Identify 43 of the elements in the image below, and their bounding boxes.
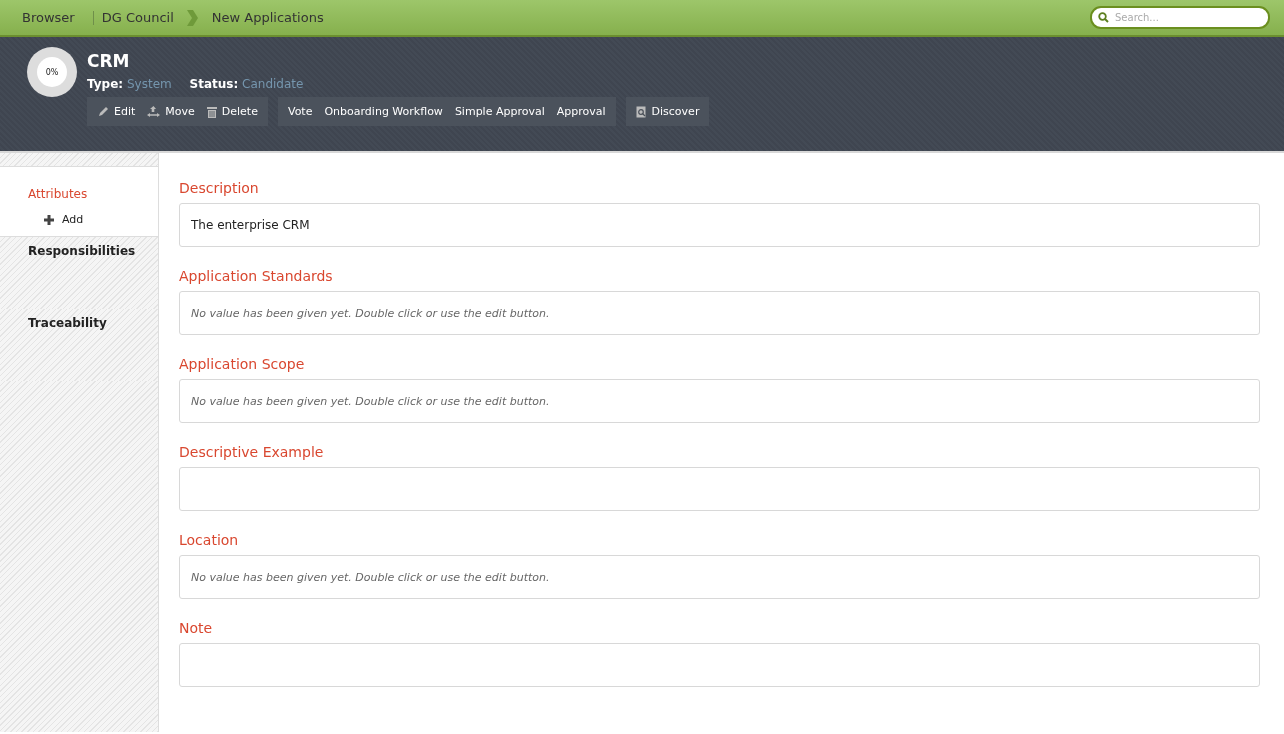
value-field[interactable]: No value has been given yet. Double click or use the edit button. <box>179 555 1260 599</box>
field-value: The enterprise CRM <box>191 218 310 232</box>
page-title: CRM <box>87 51 131 71</box>
value-field[interactable]: No value has been given yet. Double click or use the edit button. <box>179 379 1260 423</box>
arrows-icon <box>147 105 161 118</box>
field-label: Descriptive Example <box>179 444 325 460</box>
sidebar-tab[interactable]: Traceability <box>28 316 107 330</box>
field-placeholder: No value has been given yet. Double click or use the edit button. <box>191 570 550 584</box>
action-button[interactable]: Simple Approval <box>448 97 551 126</box>
breadcrumb-link[interactable]: New Applications <box>211 10 324 25</box>
pencil-icon <box>97 105 109 118</box>
action-button[interactable]: Edit <box>91 97 142 126</box>
add-button[interactable]: Add <box>44 213 84 226</box>
value-field[interactable]: No value has been given yet. Double click or use the edit button. <box>179 291 1260 335</box>
sidebar-tab[interactable]: Responsibilities <box>28 244 136 258</box>
action-button[interactable]: Vote <box>281 97 319 126</box>
plus-icon <box>44 214 54 225</box>
value-field[interactable]: The enterprise CRM <box>179 203 1260 247</box>
action-button[interactable]: Delete <box>200 97 264 126</box>
breadcrumb-link[interactable]: DG Council <box>101 10 174 25</box>
field-label: Note <box>179 620 214 636</box>
action-button[interactable]: Move <box>141 97 201 126</box>
progress-value: 0% <box>37 57 67 87</box>
field-label: Description <box>179 180 260 196</box>
trash-icon <box>206 105 217 118</box>
action-button[interactable]: Discover <box>629 97 706 126</box>
field-label: Location <box>179 532 240 548</box>
document-search-icon <box>635 105 647 118</box>
type-label: Type: <box>87 77 124 91</box>
search-field[interactable]: Search... <box>1090 6 1270 29</box>
type-value: System <box>126 77 172 91</box>
breadcrumb-link[interactable]: Browser <box>22 10 75 25</box>
chevron-icon <box>185 9 198 26</box>
field-label: Application Standards <box>179 268 334 284</box>
field-placeholder: No value has been given yet. Double click or use the edit button. <box>191 394 550 408</box>
action-button[interactable]: Onboarding Workflow <box>318 97 449 126</box>
status-value: Candidate <box>242 77 304 91</box>
status-label: Status: <box>189 77 239 91</box>
sidebar-tab[interactable]: Attributes <box>28 187 88 201</box>
field-placeholder: No value has been given yet. Double click or use the edit button. <box>191 306 550 320</box>
breadcrumb-separator <box>92 10 94 25</box>
action-button[interactable]: Approval <box>550 97 612 126</box>
field-label: Application Scope <box>179 356 306 372</box>
